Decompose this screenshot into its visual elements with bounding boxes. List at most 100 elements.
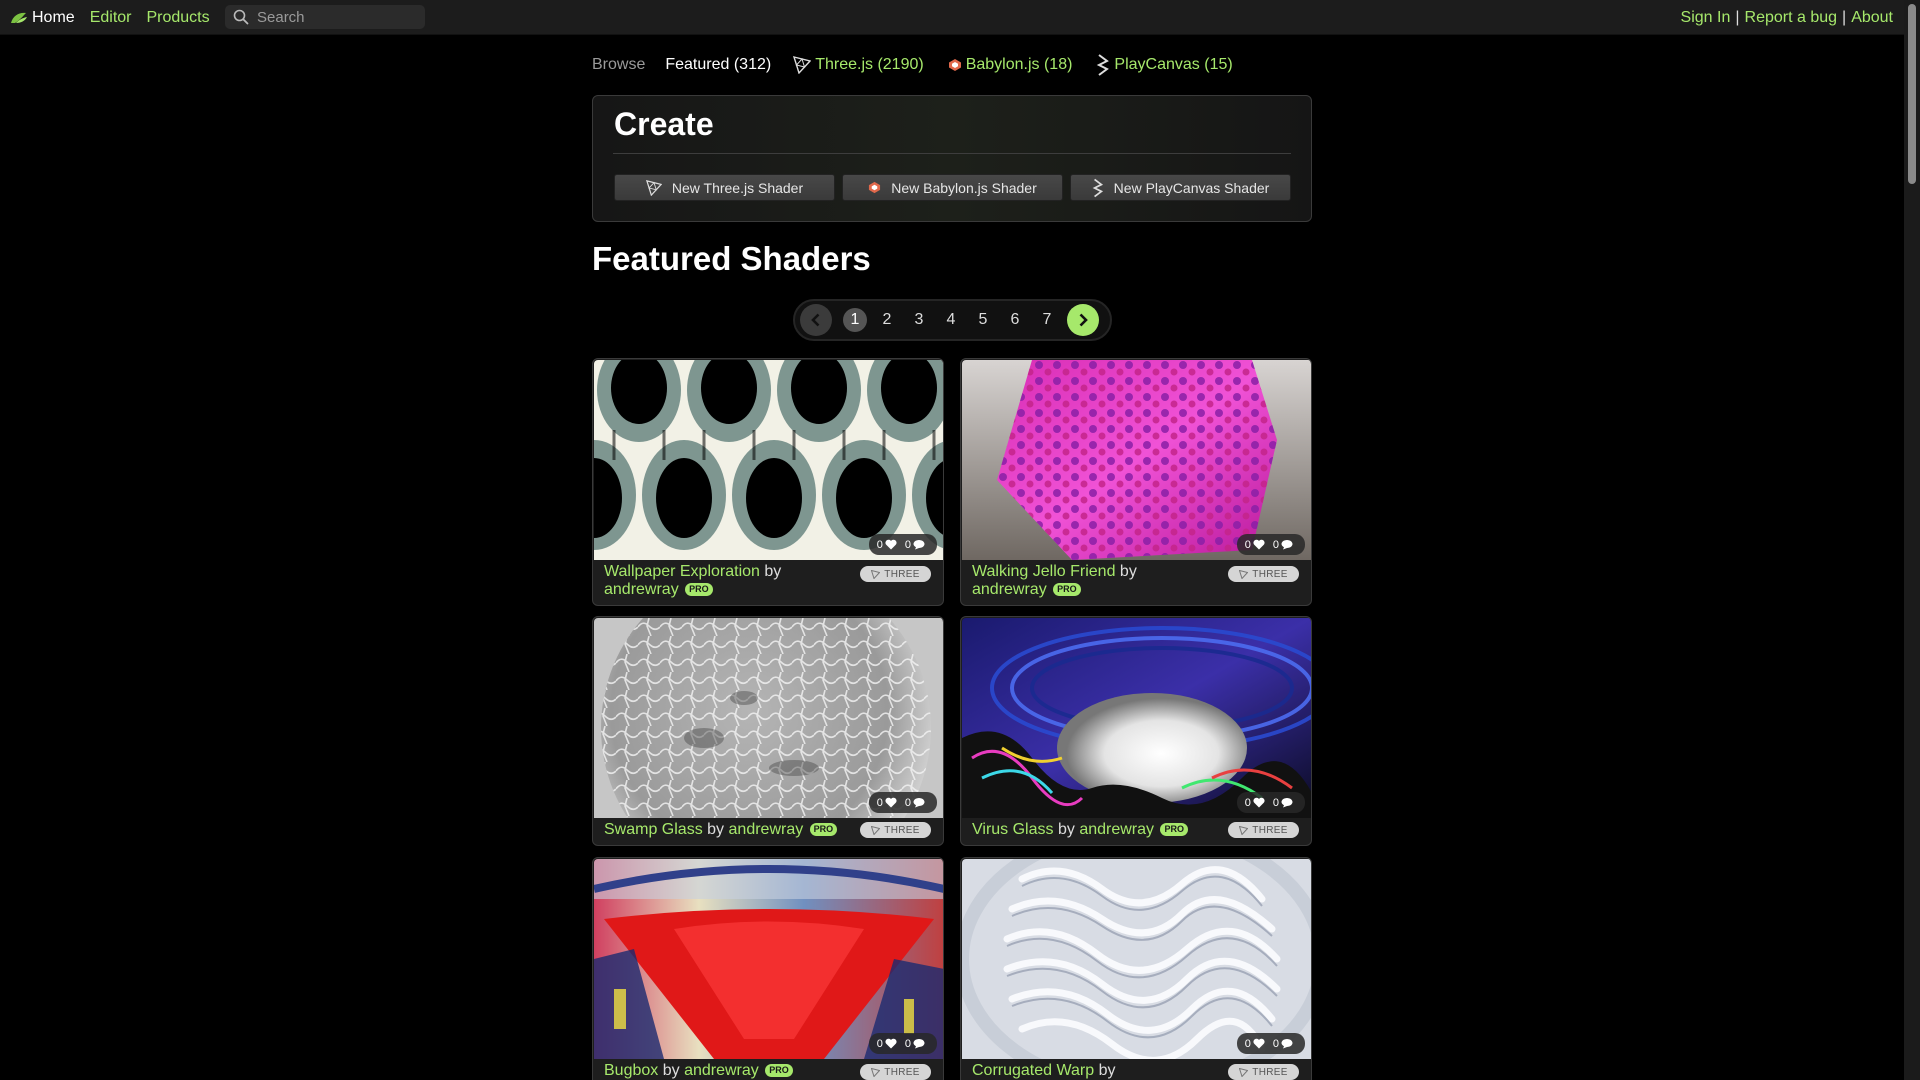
- engine-badge: THREE: [860, 1064, 931, 1080]
- shader-thumbnail[interactable]: [594, 360, 943, 560]
- comment-count: 0: [904, 796, 911, 809]
- author-link[interactable]: andrewray: [729, 821, 804, 838]
- threejs-icon: [1239, 825, 1249, 835]
- browse-threejs-link[interactable]: Three.js (2190): [793, 56, 924, 74]
- author-link[interactable]: andrewray: [684, 1062, 759, 1079]
- browse-row: Browse Featured (312) Three.js (2190) Ba…: [592, 54, 1257, 76]
- card-info: Swamp Glass by andrewray PRO: [604, 821, 864, 839]
- shader-preview-image: [594, 618, 943, 818]
- card-stats: 0 0: [868, 792, 937, 813]
- page-number[interactable]: 3: [903, 311, 935, 329]
- shader-card[interactable]: 0 0 Swamp Glass by andrewray PRO THREE: [592, 616, 944, 846]
- card-stats: 0 0: [1236, 1033, 1305, 1054]
- shader-title-link[interactable]: Walking Jello Friend: [972, 563, 1115, 580]
- browse-featured-link[interactable]: Featured (312): [665, 56, 771, 74]
- page-number[interactable]: 7: [1031, 311, 1063, 329]
- shader-title-link[interactable]: Corrugated Warp: [972, 1062, 1094, 1079]
- like-count: 0: [876, 538, 883, 551]
- engine-badge: THREE: [1228, 566, 1299, 582]
- shader-card[interactable]: 0 0 Virus Glass by andrewray PRO THREE: [960, 616, 1312, 846]
- playcanvas-icon: [1092, 178, 1103, 197]
- about-link[interactable]: About: [1851, 9, 1893, 27]
- create-title: Create: [614, 106, 714, 142]
- card-info: Bugbox by andrewray PRO: [604, 1062, 864, 1080]
- browse-playcanvas-label: PlayCanvas (15): [1114, 56, 1233, 73]
- comment-icon: [1281, 1039, 1293, 1049]
- search-input[interactable]: [257, 8, 417, 26]
- shader-card[interactable]: 0 0 Walking Jello Friend by andrewray PR…: [960, 358, 1312, 606]
- card-info: Walking Jello Friend by andrewray PRO: [972, 563, 1232, 599]
- page-scrollbar[interactable]: [1904, 0, 1920, 1080]
- shader-thumbnail[interactable]: [962, 859, 1311, 1059]
- next-page-button[interactable]: [1067, 304, 1099, 336]
- page-number[interactable]: 6: [999, 311, 1031, 329]
- page-number[interactable]: 2: [871, 311, 903, 329]
- prev-page-button[interactable]: [800, 304, 832, 336]
- comment-count: 0: [904, 538, 911, 551]
- nav-home-label: Home: [32, 8, 75, 26]
- like-count: 0: [1244, 1037, 1251, 1050]
- shader-thumbnail[interactable]: [594, 859, 943, 1059]
- comment-icon: [913, 798, 925, 808]
- nav-products-link[interactable]: Products: [146, 9, 209, 27]
- shader-thumbnail[interactable]: [962, 618, 1311, 818]
- shader-title-link[interactable]: Bugbox: [604, 1062, 658, 1079]
- engine-label: THREE: [1252, 568, 1288, 580]
- nav-separator: |: [1735, 8, 1740, 26]
- page-number[interactable]: 5: [967, 311, 999, 329]
- by-label: by: [707, 821, 725, 838]
- shader-card[interactable]: 0 0 Bugbox by andrewray PRO THREE: [592, 857, 944, 1080]
- comment-icon: [1281, 540, 1293, 550]
- comment-count: 0: [1272, 538, 1279, 551]
- nav-home-link[interactable]: Home: [10, 9, 75, 27]
- like-count: 0: [876, 1037, 883, 1050]
- create-divider: [613, 153, 1291, 154]
- scrollbar-thumb[interactable]: [1908, 4, 1916, 184]
- shader-title-link[interactable]: Wallpaper Exploration: [604, 563, 760, 580]
- comment-icon: [913, 1039, 925, 1049]
- shader-preview-image: [594, 859, 943, 1059]
- shader-preview-image: [962, 360, 1311, 560]
- engine-badge: THREE: [860, 822, 931, 838]
- engine-label: THREE: [1252, 1066, 1288, 1078]
- shader-card[interactable]: 0 0 Wallpaper Exploration by andrewray P…: [592, 358, 944, 606]
- browse-label: Browse: [592, 56, 646, 73]
- pro-badge: PRO: [685, 583, 713, 596]
- heart-icon: [1253, 539, 1265, 550]
- nav-left: Home Editor Products: [10, 0, 225, 35]
- shader-thumbnail[interactable]: [594, 618, 943, 818]
- new-playcanvas-label: New PlayCanvas Shader: [1113, 179, 1270, 196]
- like-count: 0: [1244, 538, 1251, 551]
- shader-card[interactable]: 0 0 Corrugated Warp by THREE: [960, 857, 1312, 1080]
- engine-label: THREE: [884, 568, 920, 580]
- engine-label: THREE: [884, 824, 920, 836]
- new-threejs-label: New Three.js Shader: [671, 179, 804, 196]
- browse-playcanvas-link[interactable]: PlayCanvas (15): [1096, 54, 1233, 76]
- shader-thumbnail[interactable]: [962, 360, 1311, 560]
- engine-badge: THREE: [1228, 822, 1299, 838]
- author-link[interactable]: andrewray: [1079, 821, 1154, 838]
- heart-icon: [885, 797, 897, 808]
- browse-babylonjs-link[interactable]: Babylon.js (18): [948, 56, 1072, 74]
- threejs-icon: [871, 1067, 881, 1077]
- new-babylonjs-shader-button[interactable]: New Babylon.js Shader: [842, 174, 1063, 201]
- pro-badge: PRO: [1160, 823, 1188, 836]
- sign-in-link[interactable]: Sign In: [1681, 9, 1731, 27]
- author-link[interactable]: andrewray: [604, 581, 679, 598]
- nav-editor-link[interactable]: Editor: [90, 9, 132, 27]
- author-link[interactable]: andrewray: [972, 581, 1047, 598]
- shader-preview-image: [594, 360, 943, 560]
- page-number-current[interactable]: 1: [843, 308, 867, 332]
- new-threejs-shader-button[interactable]: New Three.js Shader: [614, 174, 835, 201]
- report-bug-link[interactable]: Report a bug: [1745, 9, 1838, 27]
- top-nav-bar: Home Editor Products Sign In | Report a …: [0, 0, 1920, 35]
- page-number[interactable]: 4: [935, 311, 967, 329]
- shader-title-link[interactable]: Virus Glass: [972, 821, 1054, 838]
- comment-count: 0: [1272, 796, 1279, 809]
- by-label: by: [764, 563, 782, 580]
- card-stats: 0 0: [1236, 534, 1305, 555]
- new-playcanvas-shader-button[interactable]: New PlayCanvas Shader: [1070, 174, 1291, 201]
- babylonjs-icon: [948, 59, 961, 71]
- search-box[interactable]: [225, 5, 425, 29]
- shader-title-link[interactable]: Swamp Glass: [604, 821, 703, 838]
